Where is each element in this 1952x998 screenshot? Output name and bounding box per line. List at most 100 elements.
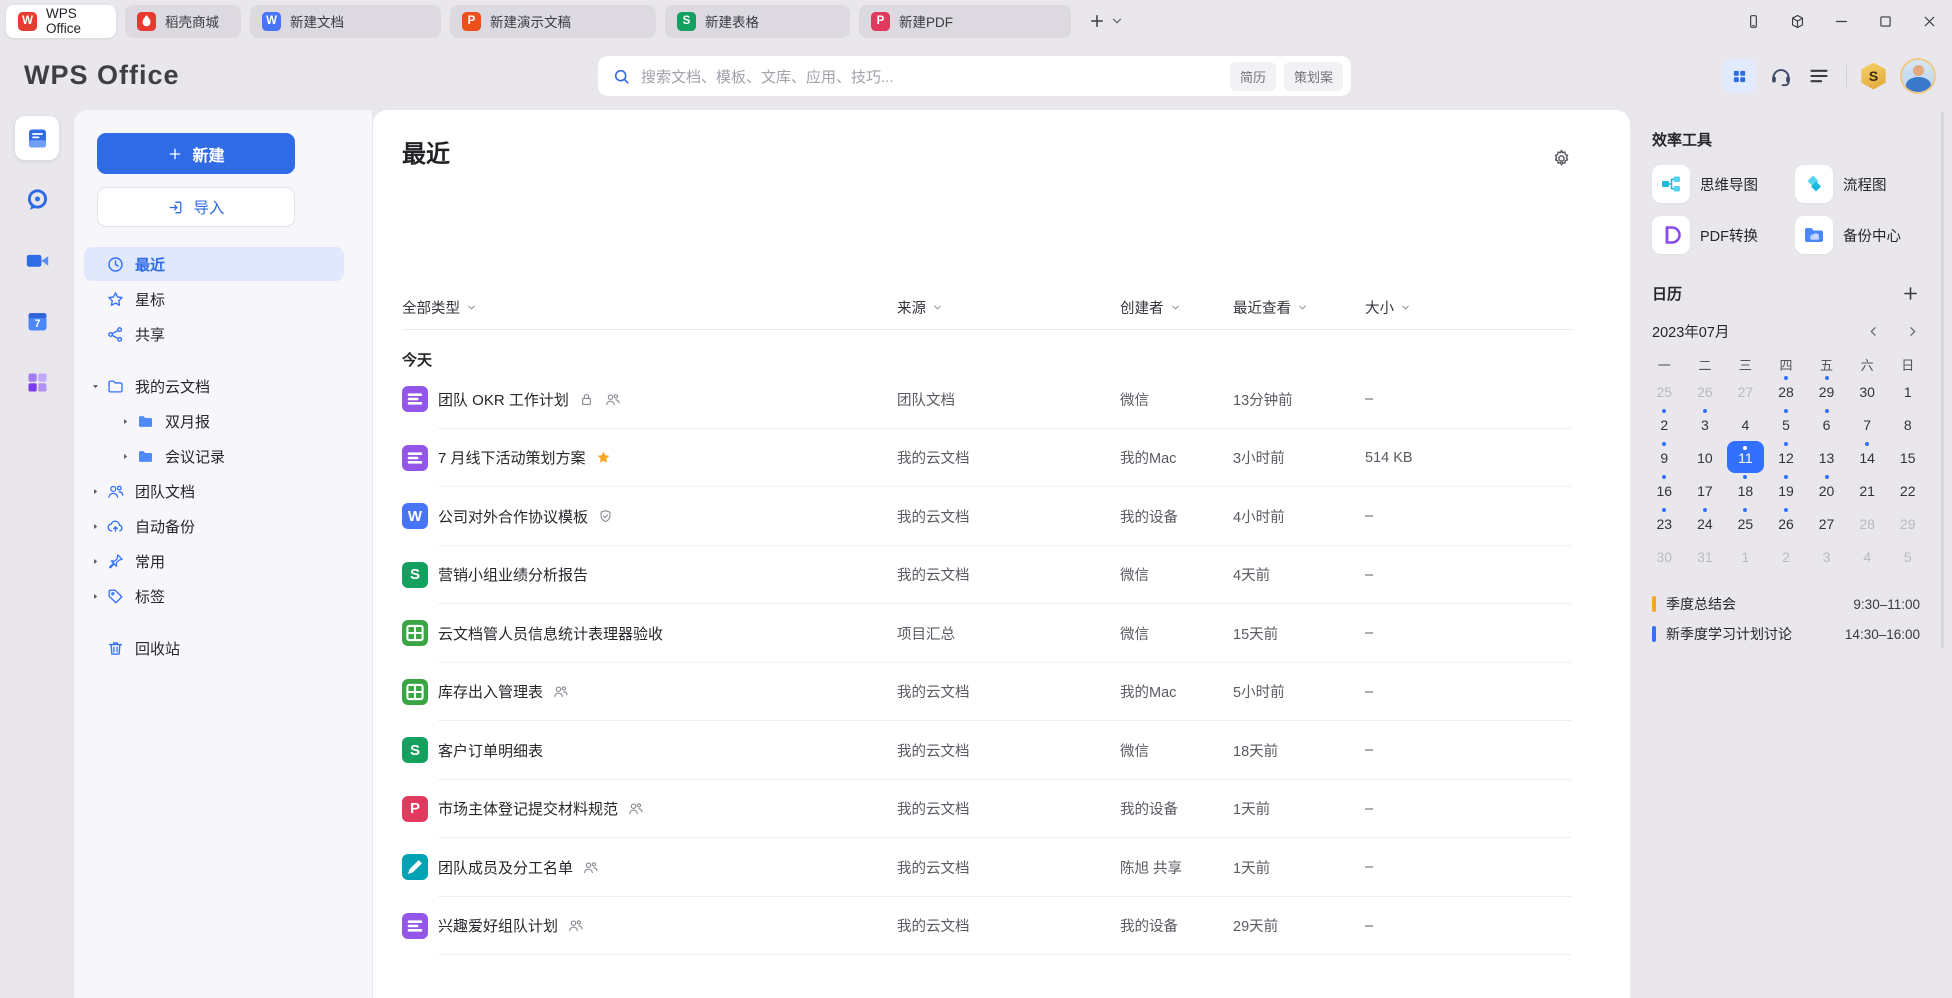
calendar-day[interactable]: 30	[1644, 540, 1685, 573]
calendar-day[interactable]: 9	[1644, 441, 1685, 474]
calendar-day[interactable]: 29	[1806, 375, 1847, 408]
search-bar[interactable]: 搜索文档、模板、文库、应用、技巧... 简历 策划案	[598, 56, 1351, 96]
new-document-button[interactable]: 新建	[97, 133, 295, 174]
search-tag-resume[interactable]: 简历	[1230, 62, 1276, 91]
filter-2[interactable]: 创建者	[1120, 297, 1181, 318]
sidebar-item-5[interactable]: 会议记录	[84, 439, 374, 473]
tab-1[interactable]: 稻壳商城	[125, 5, 241, 38]
new-tab-plus-icon[interactable]	[1088, 12, 1106, 30]
user-avatar[interactable]	[1900, 58, 1936, 94]
calendar-day[interactable]: 1	[1887, 375, 1928, 408]
tab-5[interactable]: P 新建PDF	[859, 5, 1071, 38]
calendar-day[interactable]: 15	[1887, 441, 1928, 474]
filter-1[interactable]: 来源	[897, 297, 943, 318]
tool-2[interactable]: PDF转换	[1652, 216, 1795, 254]
scrollbar[interactable]	[1941, 112, 1944, 648]
minimize-icon[interactable]	[1833, 13, 1850, 30]
menu-icon[interactable]	[1806, 63, 1832, 89]
calendar-day[interactable]: 14	[1847, 441, 1888, 474]
import-button[interactable]: 导入	[97, 187, 295, 227]
close-icon[interactable]	[1921, 13, 1938, 30]
calendar-day[interactable]: 25	[1725, 507, 1766, 540]
sidebar-item-0[interactable]: 最近	[84, 247, 344, 281]
calendar-day[interactable]: 3	[1685, 408, 1726, 441]
rail-item-chat[interactable]	[15, 177, 59, 221]
calendar-day[interactable]: 17	[1685, 474, 1726, 507]
calendar-day[interactable]: 27	[1725, 375, 1766, 408]
file-row-1[interactable]: 7 月线下活动策划方案 我的云文档 我的Mac 3小时前 514 KB	[373, 429, 1630, 488]
sidebar-item-3[interactable]: 我的云文档	[84, 369, 344, 403]
file-row-5[interactable]: 库存出入管理表 我的云文档 我的Mac 5小时前 –	[373, 663, 1630, 722]
next-month-icon[interactable]	[1905, 324, 1920, 339]
support-headset-icon[interactable]	[1768, 63, 1794, 89]
caret-right-icon[interactable]	[120, 416, 131, 427]
sidebar-item-2[interactable]: 共享	[84, 317, 344, 351]
rail-item-meeting[interactable]	[15, 238, 59, 282]
calendar-day[interactable]: 19	[1766, 474, 1807, 507]
caret-down-icon[interactable]	[90, 381, 101, 392]
file-row-8[interactable]: 团队成员及分工名单 我的云文档 陈旭 共享 1天前 –	[373, 838, 1630, 897]
file-row-2[interactable]: W 公司对外合作协议模板 我的云文档 我的设备 4小时前 –	[373, 487, 1630, 546]
file-row-3[interactable]: S 营销小组业绩分析报告 我的云文档 微信 4天前 –	[373, 546, 1630, 605]
calendar-day[interactable]: 12	[1766, 441, 1807, 474]
sidebar-item-9[interactable]: 标签	[84, 579, 344, 613]
rail-item-docs[interactable]	[15, 116, 59, 160]
file-row-6[interactable]: S 客户订单明细表 我的云文档 微信 18天前 –	[373, 721, 1630, 780]
calendar-day-selected[interactable]: 11	[1725, 441, 1766, 474]
calendar-day[interactable]: 7	[1847, 408, 1888, 441]
tab-4[interactable]: S 新建表格	[665, 5, 850, 38]
tool-1[interactable]: 流程图	[1795, 165, 1920, 203]
calendar-day[interactable]: 1	[1725, 540, 1766, 573]
tool-3[interactable]: 备份中心	[1795, 216, 1920, 254]
sidebar-item-6[interactable]: 团队文档	[84, 474, 344, 508]
calendar-day[interactable]: 4	[1847, 540, 1888, 573]
rail-item-apps[interactable]	[15, 360, 59, 404]
tool-0[interactable]: 思维导图	[1652, 165, 1795, 203]
calendar-day[interactable]: 5	[1887, 540, 1928, 573]
calendar-day[interactable]: 23	[1644, 507, 1685, 540]
filter-3[interactable]: 最近查看	[1233, 297, 1308, 318]
caret-right-icon[interactable]	[90, 521, 101, 532]
add-event-icon[interactable]	[1901, 284, 1920, 303]
apps-grid-button[interactable]	[1722, 59, 1756, 93]
calendar-day[interactable]: 22	[1887, 474, 1928, 507]
rail-item-calendar[interactable]: 7	[15, 299, 59, 343]
calendar-event-0[interactable]: 季度总结会 9:30–11:00	[1652, 589, 1920, 619]
calendar-day[interactable]: 27	[1806, 507, 1847, 540]
calendar-day[interactable]: 4	[1725, 408, 1766, 441]
maximize-icon[interactable]	[1877, 13, 1894, 30]
calendar-day[interactable]: 24	[1685, 507, 1726, 540]
calendar-day[interactable]: 2	[1644, 408, 1685, 441]
prev-month-icon[interactable]	[1866, 324, 1881, 339]
calendar-day[interactable]: 13	[1806, 441, 1847, 474]
calendar-day[interactable]: 28	[1766, 375, 1807, 408]
calendar-day[interactable]: 6	[1806, 408, 1847, 441]
workspace-icon[interactable]	[1789, 13, 1806, 30]
tab-list-caret-icon[interactable]	[1110, 14, 1124, 28]
filter-0[interactable]: 全部类型	[402, 297, 477, 318]
filter-4[interactable]: 大小	[1365, 297, 1411, 318]
sidebar-item-7[interactable]: 自动备份	[84, 509, 344, 543]
svip-badge[interactable]: S	[1860, 63, 1887, 90]
caret-right-icon[interactable]	[90, 591, 101, 602]
search-tag-plan[interactable]: 策划案	[1284, 62, 1343, 91]
file-row-7[interactable]: P 市场主体登记提交材料规范 我的云文档 我的设备 1天前 –	[373, 780, 1630, 839]
caret-right-icon[interactable]	[120, 451, 131, 462]
tab-0[interactable]: W WPS Office	[6, 5, 116, 38]
file-row-4[interactable]: 云文档管人员信息统计表理器验收 项目汇总 微信 15天前 –	[373, 604, 1630, 663]
calendar-day[interactable]: 26	[1685, 375, 1726, 408]
tab-3[interactable]: P 新建演示文稿	[450, 5, 656, 38]
sidebar-item-8[interactable]: 常用	[84, 544, 344, 578]
file-row-0[interactable]: 团队 OKR 工作计划 团队文档 微信 13分钟前 –	[373, 370, 1630, 429]
calendar-day[interactable]: 25	[1644, 375, 1685, 408]
calendar-day[interactable]: 10	[1685, 441, 1726, 474]
calendar-day[interactable]: 21	[1847, 474, 1888, 507]
calendar-day[interactable]: 31	[1685, 540, 1726, 573]
file-row-9[interactable]: 兴趣爱好组队计划 我的云文档 我的设备 29天前 –	[373, 897, 1630, 956]
calendar-day[interactable]: 20	[1806, 474, 1847, 507]
caret-right-icon[interactable]	[90, 486, 101, 497]
sidebar-item-10[interactable]: 回收站	[84, 631, 344, 665]
calendar-day[interactable]: 5	[1766, 408, 1807, 441]
sidebar-item-4[interactable]: 双月报	[84, 404, 374, 438]
calendar-day[interactable]: 2	[1766, 540, 1807, 573]
